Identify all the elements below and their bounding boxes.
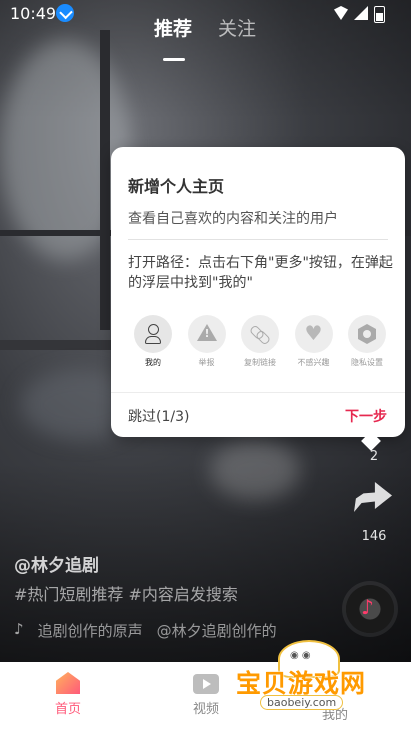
battery-icon — [374, 6, 385, 23]
next-step-button[interactable]: 下一步 — [345, 406, 387, 426]
shoes-shape — [210, 440, 300, 500]
popup-title: 新增个人主页 — [128, 177, 225, 196]
status-time: 10:49 — [10, 4, 57, 23]
nav-home[interactable]: 首页 — [38, 672, 98, 717]
warning-icon — [187, 315, 226, 353]
action-label: 举报 — [198, 358, 215, 367]
home-icon — [56, 672, 80, 694]
nav-home-label: 首页 — [54, 702, 81, 717]
share-count: 146 — [361, 529, 387, 544]
music-row[interactable]: ♪ 追剧创作的原声 @林夕追剧创作的 — [14, 620, 277, 641]
action-not-interested[interactable]: 不感兴趣 — [290, 315, 338, 368]
active-tab-indicator — [163, 58, 185, 61]
download-icon — [56, 4, 74, 22]
site-watermark: 宝贝游戏网 baobeiy.com — [226, 640, 386, 720]
popup-description: 查看自己喜欢的内容和关注的用户 — [128, 211, 338, 227]
action-my-profile[interactable]: 我的 — [129, 315, 177, 368]
action-privacy[interactable]: 隐私设置 — [343, 315, 391, 368]
video-icon — [193, 674, 219, 694]
status-icons — [334, 6, 385, 23]
broken-heart-icon — [294, 315, 333, 353]
privacy-icon — [348, 315, 386, 353]
action-label: 我的 — [145, 358, 161, 367]
action-copy-link[interactable]: 复制链接 — [236, 315, 284, 368]
action-label: 隐私设置 — [351, 358, 383, 367]
popup-divider — [128, 239, 388, 240]
music-title: 追剧创作的原声 — [37, 622, 143, 640]
popup-action-row: 我的 举报 复制链接 不感兴趣 隐私设置 — [129, 315, 391, 368]
tab-recommend[interactable]: 推荐 — [154, 14, 192, 41]
video-author[interactable]: @林夕追剧 — [14, 551, 99, 576]
share-button[interactable]: 146 — [358, 525, 390, 544]
wifi-icon — [334, 6, 348, 20]
watermark-url: baobeiy.com — [260, 695, 344, 710]
person-icon — [134, 315, 172, 353]
nav-video-label: 视频 — [192, 702, 219, 717]
action-label: 不感兴趣 — [297, 358, 330, 367]
action-label: 复制链接 — [244, 358, 276, 367]
popup-footer-divider — [111, 392, 405, 393]
signal-icon — [354, 6, 368, 20]
status-bar: 10:49 — [0, 0, 411, 28]
music-author: @林夕追剧创作的 — [156, 622, 277, 640]
skip-button[interactable]: 跳过(1/3) — [128, 406, 189, 426]
comment-count: 2 — [369, 449, 379, 464]
action-report[interactable]: 举报 — [183, 315, 231, 368]
window-frame — [100, 30, 110, 330]
popup-path: 打开路径：点击右下角"更多"按钮，在弹起的浮层中找到"我的" — [128, 255, 393, 291]
link-icon — [241, 315, 279, 353]
feature-guide-popup: 新增个人主页 查看自己喜欢的内容和关注的用户 打开路径：点击右下角"更多"按钮，… — [111, 147, 405, 437]
tab-follow[interactable]: 关注 — [218, 14, 256, 41]
music-note-icon: ♪ — [14, 620, 24, 638]
music-disc-icon[interactable] — [346, 585, 394, 633]
video-tags[interactable]: #热门短剧推荐 #内容启发搜索 — [14, 581, 238, 605]
